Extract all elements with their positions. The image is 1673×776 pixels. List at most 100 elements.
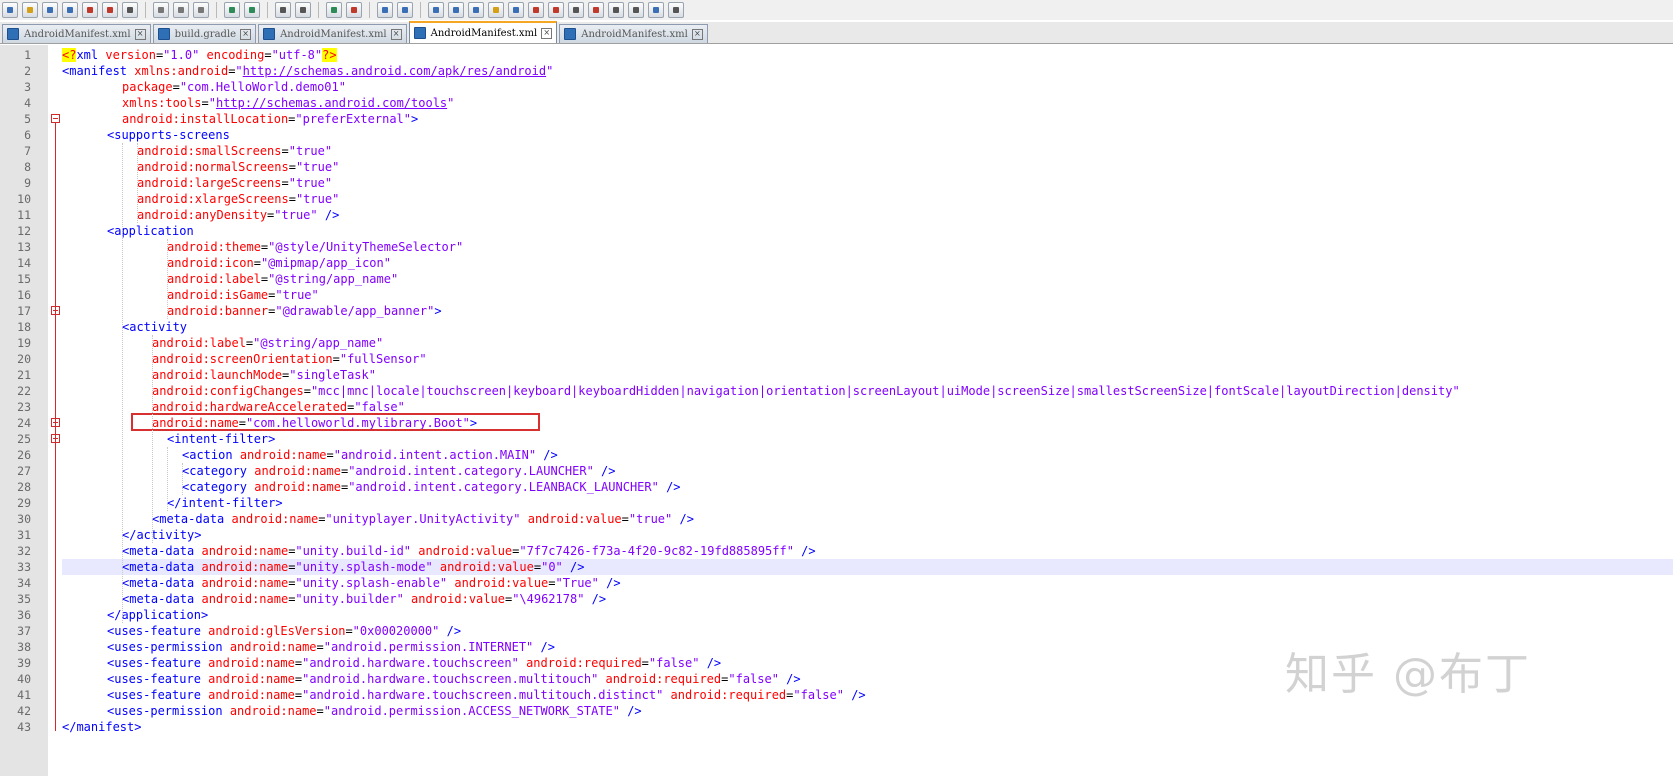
code-line[interactable]: xmlns:tools="http://schemas.android.com/… (122, 95, 454, 111)
code-line[interactable]: <uses-feature android:glEsVersion="0x000… (107, 623, 461, 639)
code-line[interactable]: <activity (122, 319, 187, 335)
code-row: 2 <manifest xmlns:android="http://schemas… (0, 63, 1673, 79)
user-language-icon[interactable] (488, 2, 504, 18)
code-line[interactable]: android:theme="@style/UnityThemeSelector… (167, 239, 463, 255)
code-line[interactable]: </intent-filter> (167, 495, 283, 511)
code-line[interactable]: <supports-screens (107, 127, 230, 143)
code-line[interactable]: <category android:name="android.intent.c… (182, 463, 616, 479)
code-line[interactable]: android:xlargeScreens="true" (137, 191, 339, 207)
code-line[interactable]: android:configChanges="mcc|mnc|locale|to… (152, 383, 1460, 399)
code-token-at: android:name (222, 640, 317, 654)
code-line[interactable]: android:smallScreens="true" (137, 143, 332, 159)
line-number: 19 (17, 336, 31, 350)
code-line[interactable]: <action android:name="android.intent.act… (182, 447, 558, 463)
save-icon[interactable] (42, 2, 58, 18)
save-all-icon[interactable] (62, 2, 78, 18)
code-token-tag: activity (129, 320, 188, 334)
code-line[interactable]: android:label="@string/app_name" (167, 271, 398, 287)
code-token-eq: = (345, 624, 353, 638)
stop-macro-icon[interactable] (608, 2, 624, 18)
code-line[interactable]: package="com.HelloWorld.demo01" (122, 79, 346, 95)
tab-close-icon[interactable]: × (691, 28, 703, 40)
find-icon[interactable] (275, 2, 291, 18)
undo-icon[interactable] (224, 2, 240, 18)
code-token-val: "singleTask" (289, 368, 376, 382)
code-line[interactable]: </activity> (122, 527, 201, 543)
tab-1[interactable]: AndroidManifest.xml × (2, 24, 151, 43)
code-line[interactable]: android:normalScreens="true" (137, 159, 339, 175)
record-macro-icon[interactable] (588, 2, 604, 18)
tab-3[interactable]: AndroidManifest.xml × (258, 24, 407, 43)
tab-5[interactable]: AndroidManifest.xml × (559, 24, 708, 43)
sync-horizontal-icon[interactable] (397, 2, 413, 18)
cut-icon[interactable] (153, 2, 169, 18)
tab-4[interactable]: AndroidManifest.xml × (408, 21, 558, 43)
code-line[interactable]: <manifest xmlns:android="http://schemas.… (62, 63, 553, 79)
code-line[interactable]: <meta-data android:name="unity.splash-en… (122, 575, 621, 591)
code-line[interactable]: <intent-filter> (167, 431, 275, 447)
code-line[interactable]: <meta-data android:name="unityplayer.Uni… (152, 511, 694, 527)
doc-map-icon[interactable] (548, 2, 564, 18)
replace-icon[interactable] (295, 2, 311, 18)
code-line[interactable]: android:launchMode="singleTask" (152, 367, 376, 383)
line-number: 2 (24, 64, 31, 78)
paste-icon[interactable] (193, 2, 209, 18)
indent-guide (122, 143, 123, 623)
code-line[interactable]: android:icon="@mipmap/app_icon" (167, 255, 391, 271)
tab-close-icon[interactable]: × (240, 28, 252, 40)
code-line[interactable]: <category android:name="android.intent.c… (182, 479, 681, 495)
tab-close-icon[interactable]: × (134, 28, 146, 40)
word-wrap-icon[interactable] (428, 2, 444, 18)
code-token-url: http://schemas.android.com/tools (215, 96, 448, 110)
copy-icon[interactable] (173, 2, 189, 18)
tab-close-icon[interactable]: × (541, 27, 553, 39)
code-row: 28 <category android:name="android.intent… (0, 479, 1673, 495)
code-line[interactable]: <application (107, 223, 194, 239)
code-line[interactable]: android:banner="@drawable/app_banner"> (167, 303, 442, 319)
code-line[interactable]: android:isGame="true" (167, 287, 319, 303)
code-line[interactable]: <uses-feature android:name="android.hard… (107, 671, 801, 687)
code-token-val: " (235, 64, 243, 78)
print-icon[interactable] (122, 2, 138, 18)
code-line[interactable]: <meta-data android:name="unity.builder" … (122, 591, 606, 607)
code-line[interactable]: <meta-data android:name="unity.build-id"… (122, 543, 816, 559)
run-macro-multiple-icon[interactable] (648, 2, 664, 18)
code-line[interactable]: android:anyDensity="true" /> (137, 207, 339, 223)
open-file-icon[interactable] (22, 2, 38, 18)
tab-2[interactable]: build.gradle × (152, 24, 257, 43)
zoom-out-icon[interactable] (346, 2, 362, 18)
close-icon[interactable] (82, 2, 98, 18)
close-all-icon[interactable] (102, 2, 118, 18)
code-line[interactable]: </manifest> (62, 719, 141, 735)
new-file-icon[interactable] (2, 2, 18, 18)
code-line[interactable]: <?xml version="1.0" encoding="utf-8"?> (62, 47, 337, 63)
save-macro-icon[interactable] (668, 2, 684, 18)
code-token-val: " (546, 64, 554, 78)
code-line[interactable]: <uses-feature android:name="android.hard… (107, 687, 866, 703)
show-all-chars-icon[interactable] (448, 2, 464, 18)
zoom-in-icon[interactable] (326, 2, 342, 18)
tab-close-icon[interactable]: × (390, 28, 402, 40)
code-line[interactable]: <meta-data android:name="unity.splash-mo… (122, 559, 584, 575)
code-line[interactable]: android:installLocation="preferExternal"… (122, 111, 418, 127)
indent-guide-icon[interactable] (468, 2, 484, 18)
redo-icon[interactable] (244, 2, 260, 18)
monitor-icon[interactable] (568, 2, 584, 18)
code-token-url: http://schemas.android.com/apk/res/andro… (242, 64, 547, 78)
play-macro-icon[interactable] (628, 2, 644, 18)
code-line[interactable]: android:label="@string/app_name" (152, 335, 383, 351)
code-token-at: android:name (247, 480, 341, 494)
code-line[interactable]: <uses-permission android:name="android.p… (107, 703, 642, 719)
function-list-icon[interactable] (508, 2, 524, 18)
code-line[interactable]: <uses-permission android:name="android.p… (107, 639, 555, 655)
toolbar-separator (267, 2, 268, 18)
code-token-at: encoding (199, 48, 265, 62)
fold-toggle-icon[interactable] (51, 114, 60, 123)
sync-vertical-icon[interactable] (377, 2, 393, 18)
code-token-at: android:theme (167, 240, 261, 254)
code-token-tag: action (189, 448, 233, 462)
code-line[interactable]: android:screenOrientation="fullSensor" (152, 351, 427, 367)
code-line[interactable]: android:largeScreens="true" (137, 175, 332, 191)
code-line[interactable]: <uses-feature android:name="android.hard… (107, 655, 721, 671)
color-picker-icon[interactable] (528, 2, 544, 18)
